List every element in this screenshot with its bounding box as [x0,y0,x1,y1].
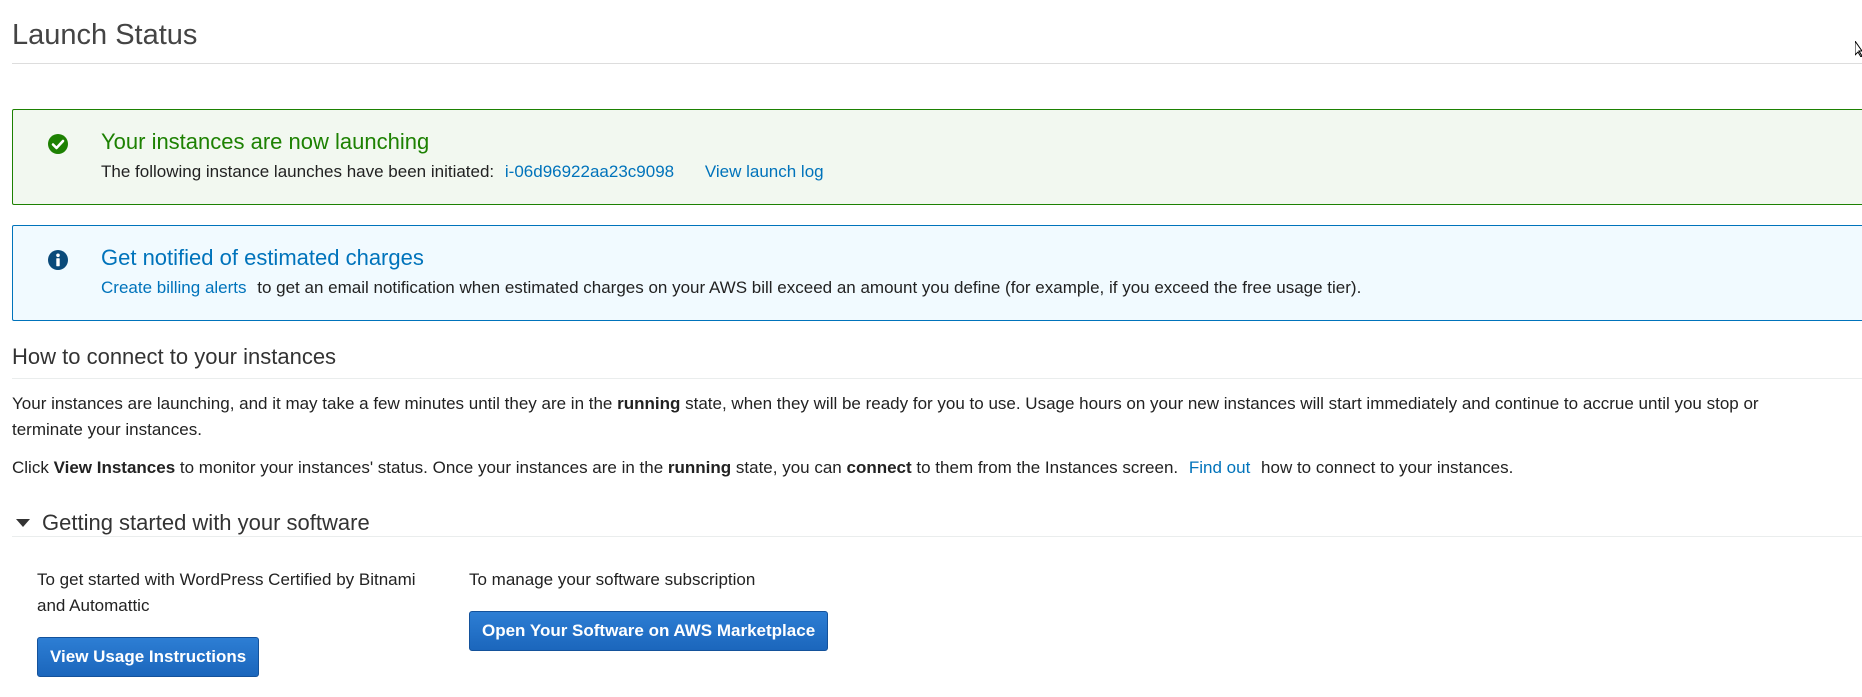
success-alert-body: The following instance launches have bee… [101,162,824,182]
instance-id-link[interactable]: i-06d96922aa23c9098 [505,162,674,181]
connect-divider [12,378,1862,379]
open-marketplace-button[interactable]: Open Your Software on AWS Marketplace [469,611,829,651]
para2-text-h: how to connect to your instances. [1261,458,1514,477]
info-alert-title: Get notified of estimated charges [101,245,424,270]
usage-instructions-text: To get started with WordPress Certified … [37,570,416,615]
mouse-cursor-icon [1855,41,1862,57]
view-launch-log-link[interactable]: View launch log [705,162,824,181]
launch-status-page: Launch Status Your instances are now lau… [0,0,1862,697]
getting-started-divider [12,536,1862,537]
para2-text-e: state, you can [735,458,842,477]
getting-started-title: Getting started with your software [42,510,370,535]
billing-info-alert: Get notified of estimated charges Create… [12,225,1862,321]
find-out-link[interactable]: Find out [1189,458,1250,477]
check-circle-icon [48,134,68,154]
connect-heading: How to connect to your instances [12,344,337,369]
caret-down-icon [16,519,30,527]
info-alert-text: to get an email notification when estima… [257,278,1362,297]
para2-view-instances: View Instances [53,458,176,477]
para2-text-g: to them from the Instances screen. [916,458,1179,477]
manage-subscription-text: To manage your software subscription [469,570,756,589]
title-divider [12,63,1862,64]
page-title: Launch Status [12,19,198,51]
info-alert-body: Create billing alerts to get an email no… [101,278,1361,298]
launch-success-alert: Your instances are now launching The fol… [12,109,1862,205]
getting-started-toggle[interactable]: Getting started with your software [12,508,370,538]
connect-paragraph-2: Click View Instances to monitor your ins… [12,455,1832,481]
para1-running: running [617,394,681,413]
view-usage-instructions-button[interactable]: View Usage Instructions [37,637,260,677]
para2-connect: connect [846,458,912,477]
para2-text-a: Click [12,458,49,477]
para2-text-c: to monitor your instances' status. Once … [179,458,664,477]
connect-paragraph-1: Your instances are launching, and it may… [12,391,1832,443]
info-circle-icon [48,250,68,270]
para2-running: running [667,458,732,477]
para1-text-a: Your instances are launching, and it may… [12,394,613,413]
success-alert-text: The following instance launches have bee… [101,162,495,181]
create-billing-alerts-link[interactable]: Create billing alerts [101,278,247,297]
success-alert-title: Your instances are now launching [101,129,430,154]
